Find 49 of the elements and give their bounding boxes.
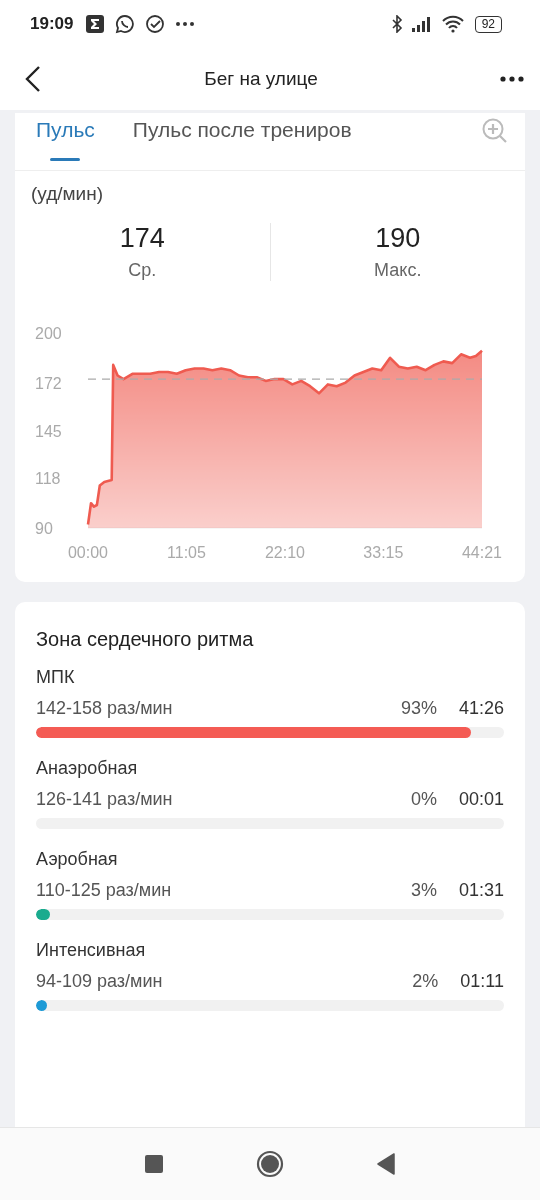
chat-app-icon xyxy=(115,14,136,34)
sigma-app-icon xyxy=(85,14,106,34)
zone-time: 01:31 xyxy=(458,880,504,901)
x-tick-label: 22:10 xyxy=(264,544,305,561)
y-tick-label: 145 xyxy=(35,422,62,440)
zone-time: 41:26 xyxy=(458,698,504,719)
zone-time: 01:11 xyxy=(460,971,504,992)
screen-title: Бег на улице xyxy=(203,68,319,90)
zone-range: 94-109 раз/мин xyxy=(36,971,163,992)
recents-button[interactable] xyxy=(144,1154,164,1174)
y-tick-label: 172 xyxy=(35,374,62,392)
zone-percent: 3% xyxy=(410,880,437,901)
home-button[interactable] xyxy=(256,1150,284,1178)
zone-time: 00:01 xyxy=(458,789,504,810)
signal-icon xyxy=(410,16,433,32)
y-tick-label: 90 xyxy=(35,520,53,537)
zone-name: Анаэробная xyxy=(36,758,139,779)
zone-range: 142-158 раз/мин xyxy=(36,698,173,719)
zone-name: МПК xyxy=(36,667,76,688)
zone-range: 126-141 раз/мин xyxy=(36,789,173,810)
stat-label: Ср. xyxy=(128,260,157,281)
zone-percent: 2% xyxy=(412,971,439,992)
zone-range: 110-125 раз/мин xyxy=(36,880,172,901)
status-time: 19:09 xyxy=(30,14,74,34)
back-icon[interactable] xyxy=(24,65,42,93)
stat-value: 174 xyxy=(119,223,165,254)
bluetooth-icon xyxy=(390,15,403,33)
x-tick-label: 11:05 xyxy=(167,544,206,561)
x-tick-label: 33:15 xyxy=(363,544,404,561)
x-tick-label: 44:21 xyxy=(462,544,502,561)
tab[interactable]: Пульс xyxy=(36,117,95,163)
stat-label: Макс. xyxy=(374,260,422,281)
zone-percent: 93% xyxy=(400,698,437,719)
x-tick-label: 00:00 xyxy=(68,544,108,561)
more-icon[interactable] xyxy=(500,76,524,82)
zone-percent: 0% xyxy=(410,789,437,810)
y-tick-label: 200 xyxy=(35,325,62,342)
battery-level: 92 xyxy=(474,15,502,33)
stat-value: 190 xyxy=(375,223,421,254)
zone-name: Аэробная xyxy=(36,849,119,870)
back-button[interactable] xyxy=(376,1153,396,1175)
tab[interactable]: Пульс после трениров xyxy=(132,117,352,163)
zone-name: Интенсивная xyxy=(36,940,147,961)
wifi-icon xyxy=(440,15,465,33)
check-circle-icon xyxy=(145,14,166,34)
y-tick-label: 118 xyxy=(35,470,61,488)
section-title: Зона сердечного ритма xyxy=(36,628,255,651)
more-icon xyxy=(175,21,196,27)
unit-label: (уд/мин) xyxy=(30,182,105,205)
